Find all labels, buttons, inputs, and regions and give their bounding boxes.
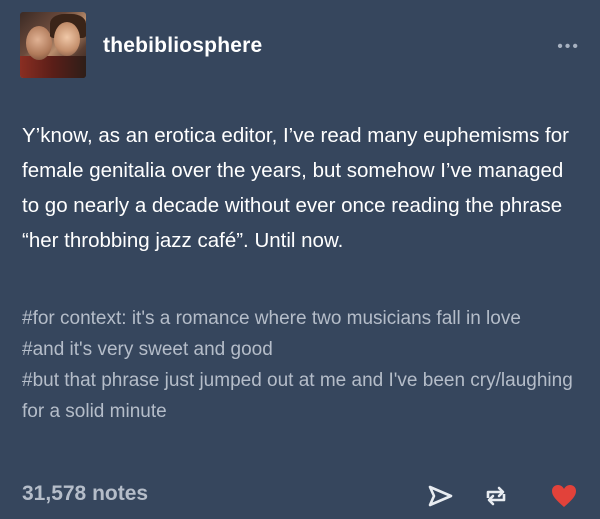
avatar-face-shape	[54, 22, 80, 56]
tumblr-post: thebibliosphere ••• Y’know, as an erotic…	[0, 0, 600, 519]
post-body: Y’know, as an erotica editor, I’ve read …	[22, 124, 569, 252]
more-icon[interactable]: •••	[557, 39, 580, 55]
avatar-face-shape	[26, 26, 52, 60]
heart-icon[interactable]	[550, 482, 578, 510]
tag-list: #for context: it's a romance where two m…	[22, 303, 582, 427]
notes-count[interactable]: 31,578 notes	[22, 482, 148, 506]
tag-link[interactable]: #and it's very sweet and good	[22, 334, 582, 365]
username-link[interactable]: thebibliosphere	[103, 34, 262, 58]
tag-link[interactable]: #but that phrase just jumped out at me a…	[22, 365, 582, 427]
share-icon[interactable]	[426, 482, 454, 510]
reblog-icon[interactable]	[482, 482, 510, 510]
post-footer: 31,578 notes	[22, 478, 582, 512]
avatar-coat-shape	[20, 56, 86, 78]
post-header: thebibliosphere •••	[20, 12, 580, 78]
avatar[interactable]	[20, 12, 86, 78]
tag-link[interactable]: #for context: it's a romance where two m…	[22, 303, 582, 334]
